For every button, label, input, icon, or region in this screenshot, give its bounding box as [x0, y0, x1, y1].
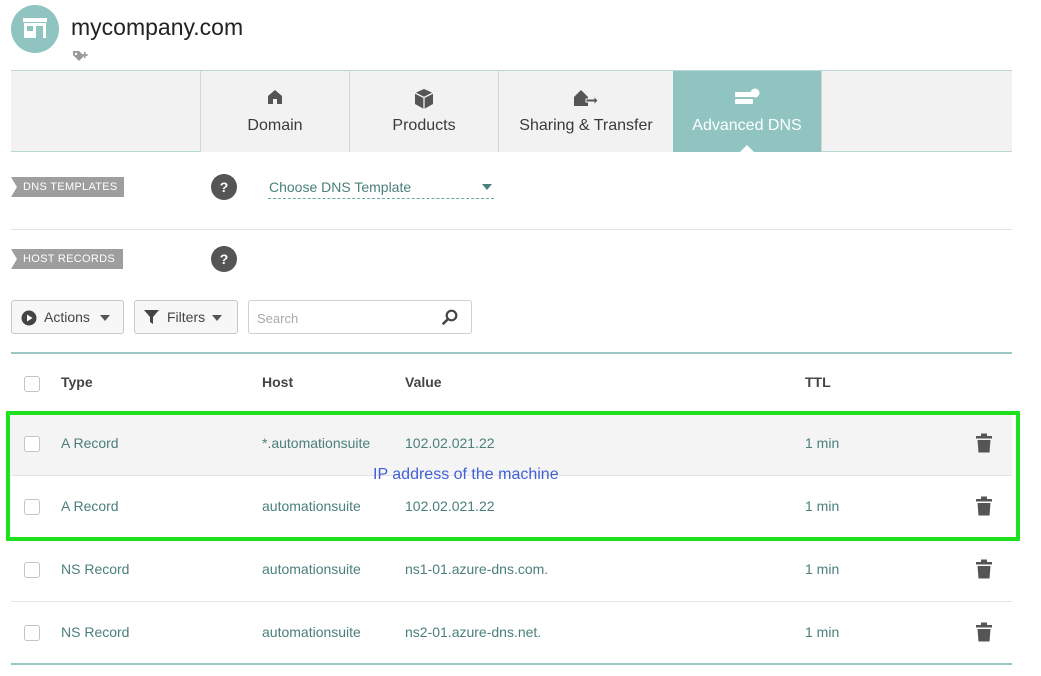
dns-templates-label: DNS TEMPLATES	[11, 177, 124, 197]
record-ttl[interactable]: 1 min	[805, 624, 839, 640]
record-host[interactable]: automationsuite	[262, 561, 361, 577]
domain-name: mycompany.com	[71, 14, 244, 40]
host-records-label: HOST RECORDS	[11, 249, 123, 269]
dns-template-select-value: Choose DNS Template	[269, 179, 412, 195]
search-input[interactable]	[257, 308, 437, 328]
tab-products-label: Products	[392, 117, 456, 134]
column-header-host: Host	[262, 374, 294, 390]
record-value[interactable]: ns1-01.azure-dns.com.	[405, 561, 548, 577]
column-header-ttl: TTL	[805, 374, 831, 390]
row-checkbox[interactable]	[24, 625, 40, 641]
annotation-label: IP address of the machine	[373, 466, 559, 483]
domain-tabs: Domain Products Sharing & Transfer Advan…	[11, 70, 1012, 152]
trash-icon[interactable]	[975, 559, 993, 579]
host-records-table: Type Host Value TTL A Record *.automatio…	[11, 352, 1012, 664]
tab-advanced-dns[interactable]: Advanced DNS	[673, 71, 821, 152]
dns-template-select[interactable]: Choose DNS Template	[268, 176, 494, 199]
chevron-down-icon	[212, 315, 222, 321]
search-box	[248, 300, 472, 334]
play-circle-icon	[21, 310, 37, 326]
section-divider	[11, 229, 1012, 230]
tab-sharing-transfer-label: Sharing & Transfer	[519, 117, 653, 134]
table-bottom-border	[11, 663, 1012, 665]
row-checkbox[interactable]	[24, 499, 40, 515]
tab-domain[interactable]: Domain	[200, 71, 349, 152]
home-icon	[268, 90, 282, 104]
server-icon	[735, 88, 760, 104]
host-records-help-icon[interactable]: ?	[211, 246, 237, 272]
record-ttl[interactable]: 1 min	[805, 498, 839, 514]
actions-button[interactable]: Actions	[11, 300, 124, 334]
store-icon	[11, 5, 59, 53]
table-row[interactable]: A Record automationsuite 102.02.021.22 1…	[11, 475, 1012, 538]
record-value[interactable]: ns2-01.azure-dns.net.	[405, 624, 541, 640]
chevron-down-icon	[482, 184, 492, 190]
chevron-down-icon	[100, 315, 110, 321]
column-header-value: Value	[405, 374, 442, 390]
tab-sharing-transfer[interactable]: Sharing & Transfer	[498, 71, 673, 152]
record-type[interactable]: NS Record	[61, 624, 129, 640]
tab-products[interactable]: Products	[349, 71, 498, 152]
record-host[interactable]: automationsuite	[262, 498, 361, 514]
record-ttl[interactable]: 1 min	[805, 561, 839, 577]
trash-icon[interactable]	[975, 622, 993, 642]
trash-icon[interactable]	[975, 433, 993, 453]
record-host[interactable]: automationsuite	[262, 624, 361, 640]
trash-icon[interactable]	[975, 496, 993, 516]
tag-add-icon[interactable]	[72, 50, 90, 64]
record-ttl[interactable]: 1 min	[805, 435, 839, 451]
table-header: Type Host Value TTL	[11, 354, 1012, 412]
dns-templates-help-icon[interactable]: ?	[211, 174, 237, 200]
domain-header: mycompany.com	[11, 5, 411, 65]
house-transfer-icon	[574, 90, 599, 107]
actions-button-label: Actions	[44, 309, 90, 325]
record-host[interactable]: *.automationsuite	[262, 435, 370, 451]
box-icon	[414, 89, 434, 109]
tab-divider	[821, 71, 822, 152]
filter-icon	[144, 310, 159, 324]
select-all-checkbox[interactable]	[24, 376, 40, 392]
row-checkbox[interactable]	[24, 562, 40, 578]
record-type[interactable]: A Record	[61, 498, 119, 514]
column-header-type: Type	[61, 374, 93, 390]
row-checkbox[interactable]	[24, 436, 40, 452]
record-value[interactable]: 102.02.021.22	[405, 435, 495, 451]
record-value[interactable]: 102.02.021.22	[405, 498, 495, 514]
filters-button-label: Filters	[167, 309, 206, 325]
table-row[interactable]: NS Record automationsuite ns2-01.azure-d…	[11, 601, 1012, 664]
search-icon[interactable]	[442, 309, 458, 325]
record-type[interactable]: NS Record	[61, 561, 129, 577]
table-row[interactable]: NS Record automationsuite ns1-01.azure-d…	[11, 538, 1012, 601]
tab-domain-label: Domain	[247, 117, 303, 134]
record-type[interactable]: A Record	[61, 435, 119, 451]
filters-button[interactable]: Filters	[134, 300, 238, 334]
tab-advanced-dns-label: Advanced DNS	[692, 117, 802, 134]
